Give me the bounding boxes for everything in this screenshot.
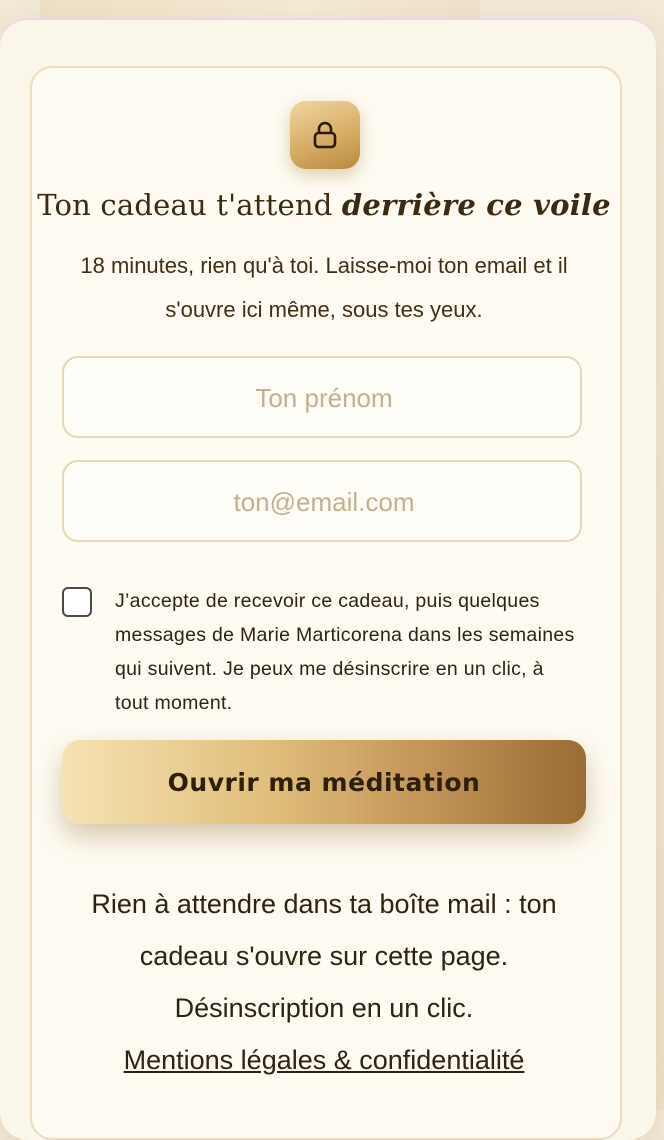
lock-icon	[313, 121, 337, 149]
firstname-field	[62, 356, 584, 438]
form-title: Ton cadeau t'attend derrière ce voile	[30, 188, 618, 222]
form-title-plain: Ton cadeau t'attend	[37, 188, 342, 222]
firstname-input[interactable]	[64, 358, 584, 438]
footer-note: Rien à attendre dans ta boîte mail : ton…	[91, 889, 557, 1023]
legal-link[interactable]: Mentions légales & confidentialité	[52, 1034, 596, 1086]
lock-badge	[290, 101, 360, 169]
email-field	[62, 460, 584, 542]
open-meditation-button[interactable]: Ouvrir ma méditation	[62, 740, 586, 824]
consent-text: J’accepte de recevoir ce cadeau, puis qu…	[115, 590, 575, 714]
email-input[interactable]	[64, 462, 584, 542]
consent-checkbox[interactable]	[62, 587, 92, 617]
form-title-emphasis: derrière ce voile	[341, 188, 611, 222]
form-subtitle: 18 minutes, rien qu'à toi. Laisse-moi to…	[80, 253, 568, 322]
